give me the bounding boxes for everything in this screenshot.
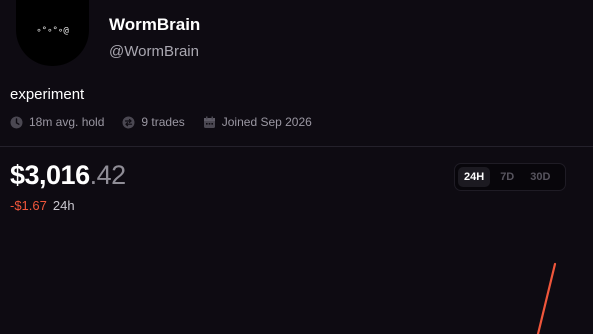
avatar-glyphs: ∘°∘°∘@ [36, 26, 69, 36]
profile-name: WormBrain [109, 15, 201, 34]
portfolio-value-main: $3,016 [10, 160, 90, 190]
clock-icon [10, 116, 23, 128]
change-amount: -$1.67 [10, 198, 47, 213]
profile-stats: 18m avg. hold 9 trades Joined Sep 2026 [10, 115, 330, 129]
trades-icon [122, 116, 135, 128]
portfolio-chart [536, 262, 557, 334]
profile-bio: experiment [10, 86, 85, 103]
profile-handle: @WormBrain [109, 43, 199, 60]
stat-label: Joined Sep 2026 [221, 115, 312, 129]
tab-7d[interactable]: 7D [494, 167, 520, 187]
calendar-icon [203, 116, 215, 128]
chart-line [536, 262, 557, 334]
change-period: 24h [52, 198, 75, 213]
tab-30d[interactable]: 30D [524, 167, 556, 187]
portfolio-change: -$1.67 24h [10, 198, 75, 213]
portfolio-value: $3,016.42 [10, 160, 126, 191]
stat-joined: Joined Sep 2026 [203, 115, 312, 129]
stat-trades: 9 trades [122, 115, 185, 129]
avatar: ∘°∘°∘@ [16, 0, 89, 66]
stat-label: 18m avg. hold [29, 115, 105, 129]
time-range-selector: 24H 7D 30D [454, 163, 566, 191]
stat-avg-hold: 18m avg. hold [10, 115, 104, 129]
tab-24h[interactable]: 24H [458, 167, 491, 187]
stat-label: 9 trades [141, 115, 185, 129]
portfolio-value-cents: .42 [89, 160, 127, 190]
divider [0, 146, 593, 147]
